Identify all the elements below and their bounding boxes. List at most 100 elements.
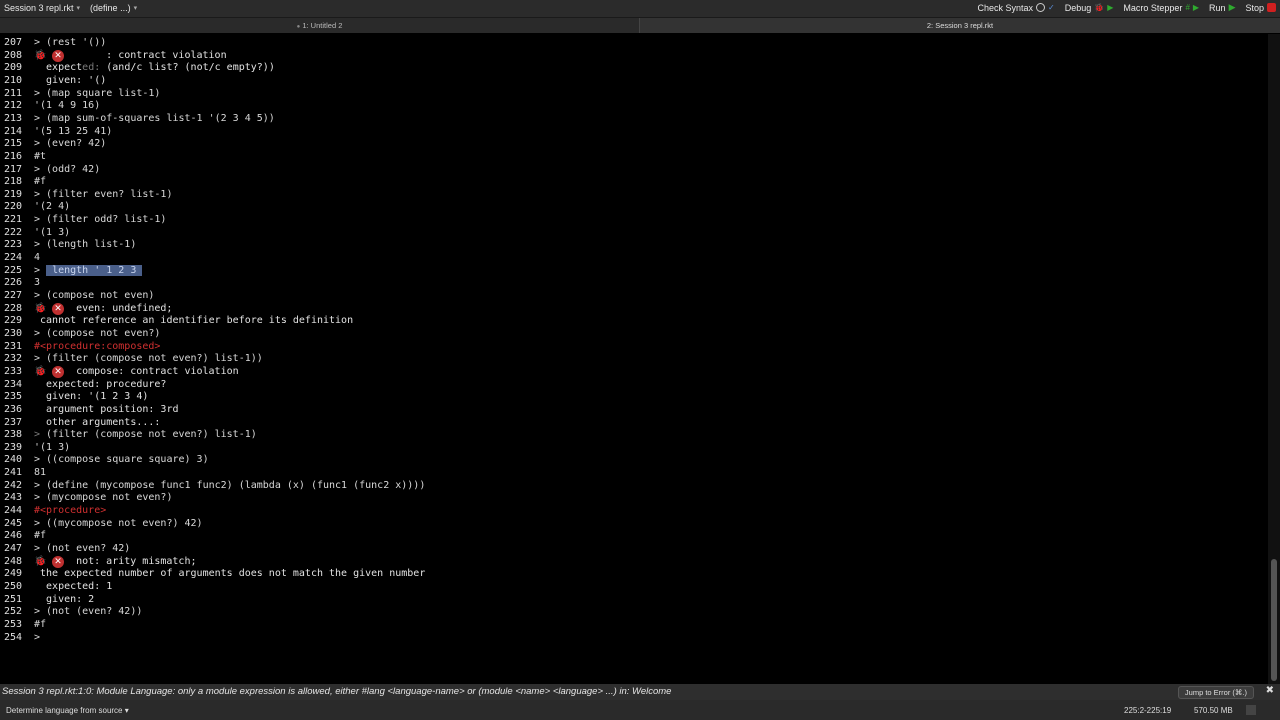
line-number: 253 (3, 618, 22, 630)
line-content: 3 (34, 276, 40, 289)
toolbar: Session 3 repl.rkt ▾ (define ...) ▾ Chec… (0, 0, 1280, 18)
line-number: 234 (3, 378, 22, 390)
close-icon[interactable]: ✖ (1266, 685, 1274, 696)
code-text: 81 (34, 467, 47, 479)
line-number: 251 (3, 593, 22, 605)
code-text: the expected number of arguments does no… (34, 568, 426, 580)
tab-session-3-repl[interactable]: 2: Session 3 repl.rkt (640, 18, 1280, 33)
line-number: 219 (3, 188, 22, 200)
line-number: 227 (3, 290, 22, 301)
scrollbar-thumb[interactable] (1271, 559, 1277, 681)
bug-icon[interactable]: 🐞 (34, 556, 46, 568)
line-content: > (34, 631, 46, 644)
repl-line: 220 '(2 4) (0, 200, 1260, 213)
line-number: 249 (3, 568, 22, 580)
tab-close-icon[interactable]: ● (297, 24, 301, 30)
memory-usage[interactable]: 570.50 MB (1194, 706, 1233, 715)
language-selector[interactable]: Determine language from source ▾ (6, 706, 129, 715)
check-syntax-button[interactable]: Check Syntax ✓ (978, 3, 1055, 13)
line-number: 223 (3, 239, 22, 251)
line-content: '(2 4) (34, 200, 70, 213)
line-number: 236 (3, 403, 22, 415)
repl-line: 209 expected: (and/c list? (not/c empty?… (0, 61, 1260, 74)
error-x-icon[interactable]: ✕ (52, 365, 65, 378)
line-number: 224 (3, 252, 22, 264)
repl-line: 246 #f (0, 529, 1260, 542)
repl-line: 217 > (odd? 42) (0, 163, 1260, 176)
bug-icon[interactable]: 🐞 (34, 303, 46, 315)
line-number: 215 (3, 138, 22, 150)
error-x-icon[interactable]: ✕ (52, 302, 65, 315)
repl-line: 225 > length ' 1 2 3 (0, 264, 1260, 277)
macro-stepper-label: Macro Stepper (1123, 2, 1183, 13)
code-text: > (mycompose not even?) (34, 492, 173, 504)
repl-line: 226 3 (0, 276, 1260, 289)
line-content: > (compose not even?) (34, 327, 160, 340)
line-content: '(1 3) (34, 441, 70, 454)
stop-icon (1267, 3, 1276, 12)
repl-line: 230 > (compose not even?) (0, 327, 1260, 340)
line-content: #f (34, 175, 46, 188)
check-syntax-label: Check Syntax (977, 2, 1034, 13)
repl-line: 240 > ((compose square square) 3) (0, 453, 1260, 466)
scrollbar[interactable] (1268, 34, 1280, 684)
line-number: 248 (3, 555, 22, 567)
line-number: 246 (3, 530, 22, 542)
code-text: given: '(1 2 3 4) (34, 391, 149, 403)
tab-untitled-2[interactable]: ● 1: Untitled 2 (0, 18, 640, 33)
code-text: (filter (compose not even?) list-1) (46, 429, 257, 441)
tab-label: 2: Session 3 repl.rkt (926, 21, 994, 30)
play-icon: ▶ (1107, 3, 1114, 12)
code-text: cannot reference an identifier before it… (34, 315, 354, 327)
line-number: 252 (3, 606, 22, 618)
line-content: > (odd? 42) (34, 163, 100, 176)
code-text: > (compose not even?) (34, 327, 161, 339)
macro-stepper-button[interactable]: Macro Stepper # ▶ (1123, 3, 1199, 13)
line-number: 244 (3, 505, 22, 517)
code-text: > (odd? 42) (34, 163, 101, 175)
repl-line: 210 given: '() (0, 74, 1260, 87)
repl-line: 245 > ((mycompose not even?) 42) (0, 517, 1260, 530)
file-menu[interactable]: Session 3 repl.rkt ▾ (4, 3, 80, 13)
line-number: 213 (3, 112, 22, 124)
line-number: 238 (3, 429, 22, 441)
repl-editor[interactable]: 207 > (rest '()) 208 🐞 ✕ : contract violati… (0, 34, 1268, 684)
chevron-down-icon: ▾ (124, 706, 129, 715)
repl-line: 254 > (0, 631, 1260, 644)
define-menu[interactable]: (define ...) ▾ (90, 3, 137, 13)
run-button[interactable]: Run ▶ (1209, 2, 1235, 13)
line-number: 208 (3, 49, 22, 61)
define-menu-label: (define ...) (90, 3, 131, 13)
jump-to-error-button[interactable]: Jump to Error (⌘.) (1177, 686, 1254, 699)
debug-button[interactable]: Debug 🐞 ▶ (1065, 3, 1114, 13)
code-text: 3 (34, 277, 41, 289)
code-text: argument position: 3rd (34, 403, 179, 415)
line-number: 232 (3, 353, 22, 365)
repl-line: 238 > (filter (compose not even?) list-1) (0, 428, 1260, 441)
line-number: 212 (3, 100, 22, 112)
bug-icon[interactable]: 🐞 (34, 50, 46, 62)
line-content: expected: procedure? (34, 378, 166, 391)
magnifier-icon (1036, 3, 1046, 12)
repl-line: 249 the expected number of arguments doe… (0, 567, 1260, 580)
bug-icon[interactable]: 🐞 (34, 366, 46, 378)
error-x-icon[interactable]: ✕ (52, 555, 65, 568)
file-menu-label: Session 3 repl.rkt (4, 3, 74, 13)
line-content: expected: 1 (34, 580, 112, 593)
line-content: #f (34, 618, 46, 631)
line-content: > ((compose square square) 3) (34, 453, 209, 466)
line-number: 235 (3, 391, 22, 403)
repl-line: 237 other arguments...: (0, 416, 1260, 429)
stop-button[interactable]: Stop (1245, 3, 1276, 13)
repl-line: 211 > (map square list-1) (0, 87, 1260, 100)
error-x-icon[interactable]: ✕ (52, 49, 65, 62)
code-text: > (34, 631, 47, 643)
line-content: argument position: 3rd (34, 403, 179, 416)
status-message: Session 3 repl.rkt:1:0: Module Language:… (2, 686, 672, 697)
repl-line: 236 argument position: 3rd (0, 403, 1260, 416)
repl-line: 235 given: '(1 2 3 4) (0, 390, 1260, 403)
repl-line: 215 > (even? 42) (0, 137, 1260, 150)
code-text: 4 (34, 252, 41, 264)
repl-line: 219 > (filter even? list-1) (0, 188, 1260, 201)
line-number: 254 (3, 631, 22, 643)
